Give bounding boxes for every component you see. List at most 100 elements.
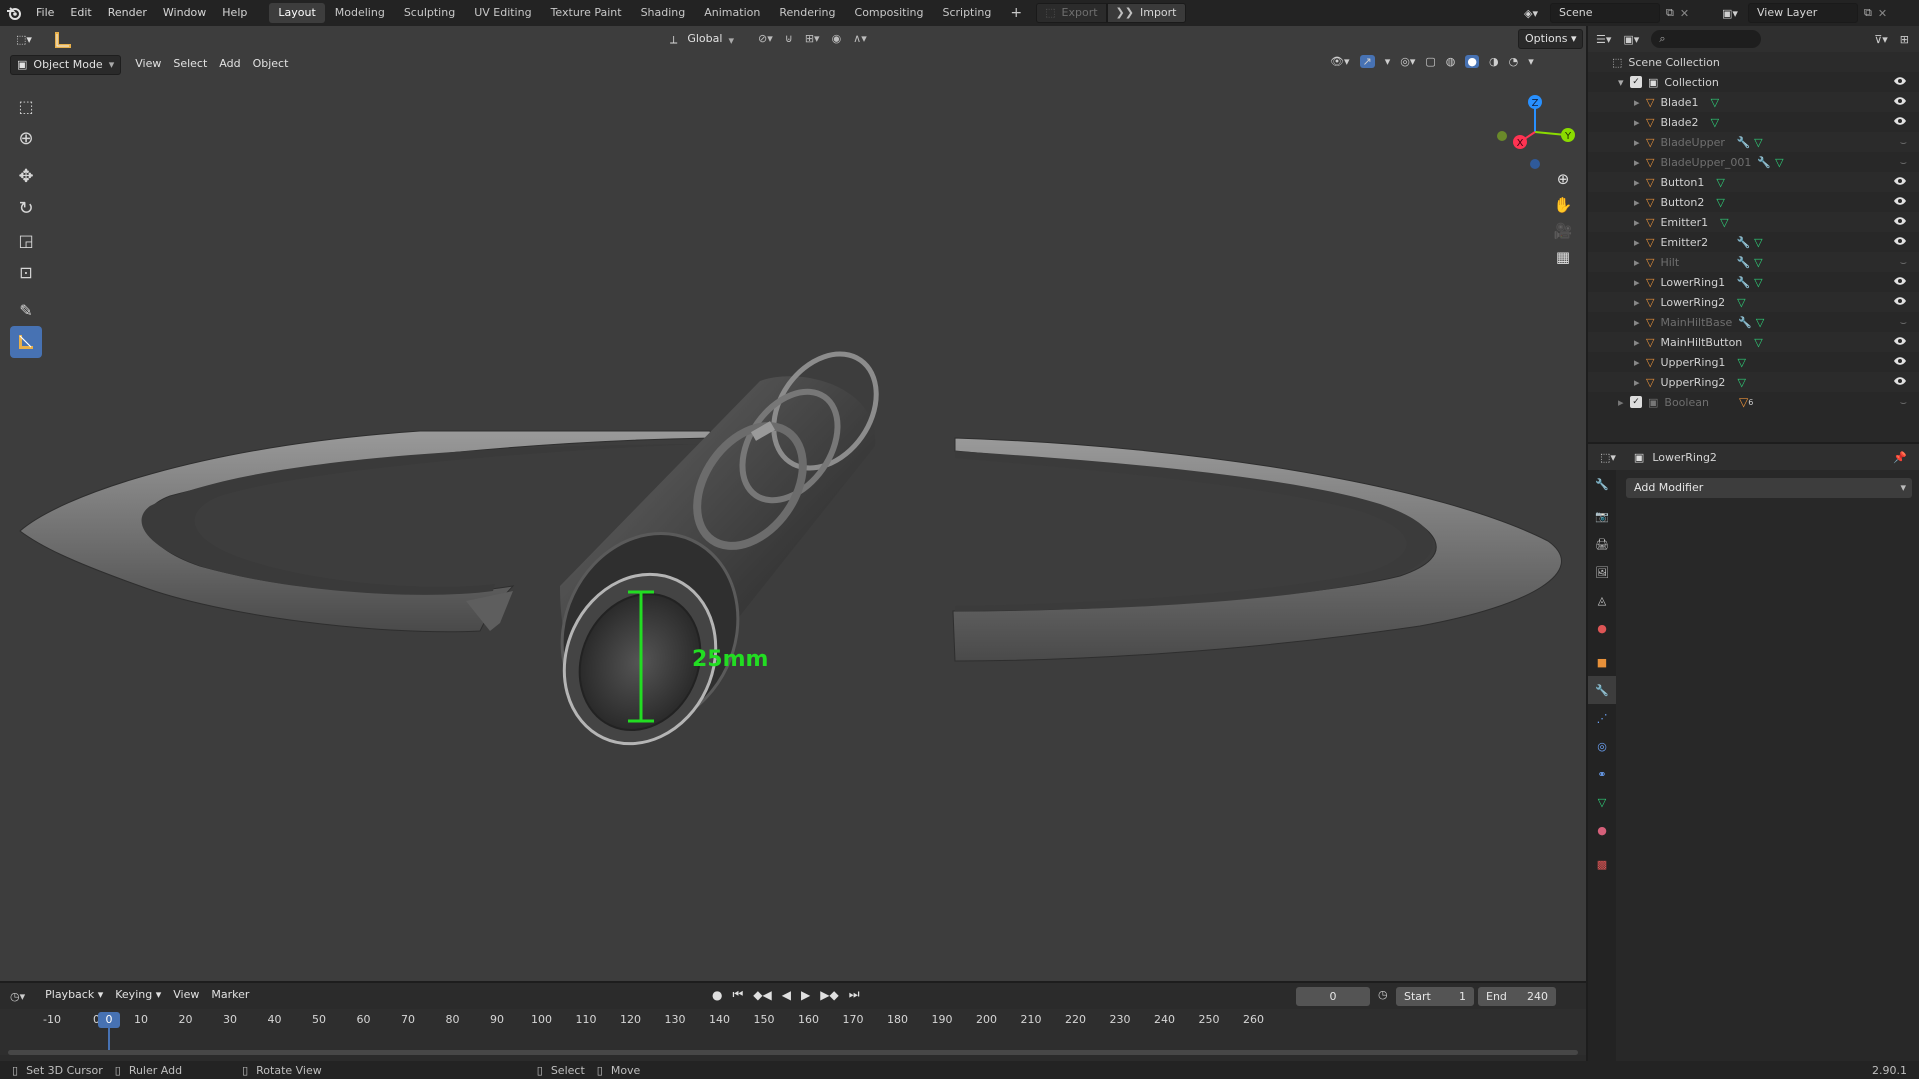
outliner-item[interactable]: ▸ ▽ BladeUpper 🔧 ▽ ⌣ [1588, 132, 1919, 152]
rotate-tool[interactable]: ↻ [10, 192, 42, 224]
tab-sculpting[interactable]: Sculpting [395, 3, 464, 23]
wrench-icon[interactable]: 🔧 [1736, 236, 1750, 249]
zoom-icon[interactable]: ⊕ [1550, 166, 1576, 192]
expand-arrow-icon[interactable]: ▸ [1634, 336, 1646, 349]
scene-close-icon[interactable]: ✕ [1680, 7, 1689, 20]
mesh-data-icon[interactable]: ▽ [1716, 176, 1724, 189]
add-modifier-dropdown[interactable]: Add Modifier ▾ [1626, 478, 1912, 498]
tab-modeling[interactable]: Modeling [326, 3, 394, 23]
texture-tab-icon[interactable]: ▩ [1588, 850, 1616, 878]
expand-arrow-icon[interactable]: ▸ [1634, 376, 1646, 389]
expand-arrow-icon[interactable]: ▸ [1634, 136, 1646, 149]
menu-file[interactable]: File [28, 0, 62, 26]
mesh-data-icon[interactable]: ▽ [1775, 156, 1783, 169]
snap-target-icon[interactable]: ⊞▾ [805, 32, 820, 45]
physics-tab-icon[interactable]: ◎ [1588, 732, 1616, 760]
outliner-item[interactable]: ▸ ▽ Hilt 🔧 ▽ ⌣ [1588, 252, 1919, 272]
eye-icon[interactable] [1893, 356, 1907, 366]
mesh-data-icon[interactable]: ▽ [1711, 116, 1719, 129]
mesh-data-icon[interactable]: ▽ [1737, 296, 1745, 309]
material-tab-icon[interactable]: ● [1588, 816, 1616, 844]
jump-start-icon[interactable]: ⏮ [732, 987, 743, 1002]
chevron-down-icon[interactable]: ▾ [1385, 55, 1391, 68]
menu-help[interactable]: Help [214, 0, 255, 26]
data-tab-icon[interactable]: ▽ [1588, 788, 1616, 816]
pin-icon[interactable]: 📌 [1893, 451, 1907, 464]
tab-scripting[interactable]: Scripting [933, 3, 1000, 23]
hilt-model[interactable] [531, 334, 898, 768]
select-box-tool[interactable]: ⬚ [10, 90, 42, 122]
eye-icon[interactable] [1893, 96, 1907, 106]
modifier-tab-icon[interactable]: 🔧 [1588, 676, 1616, 704]
tab-rendering[interactable]: Rendering [770, 3, 844, 23]
mesh-data-icon[interactable]: ▽ [1754, 336, 1762, 349]
menu-view[interactable]: View [129, 55, 167, 75]
eye-icon[interactable] [1893, 276, 1907, 286]
menu-add[interactable]: Add [213, 55, 246, 75]
checkbox-icon[interactable]: ✓ [1630, 76, 1642, 88]
expand-arrow-icon[interactable]: ▸ [1634, 316, 1646, 329]
timeline-ruler[interactable]: -10 0 10 20 30 40 50 60 70 80 90 100 110 120 130 140 150… [0, 1009, 1586, 1055]
camera-view-icon[interactable]: 🎥 [1550, 218, 1576, 244]
tab-texture-paint[interactable]: Texture Paint [542, 3, 631, 23]
wrench-icon[interactable]: 🔧 [1757, 156, 1771, 169]
eye-icon[interactable] [1893, 336, 1907, 346]
new-collection-icon[interactable]: ⊞ [1900, 33, 1909, 46]
measure-tool[interactable] [10, 326, 42, 358]
object-tab-icon[interactable]: ■ [1588, 648, 1616, 676]
particles-tab-icon[interactable]: ⋰ [1588, 704, 1616, 732]
expand-arrow-icon[interactable]: ▸ [1634, 176, 1646, 189]
pivot-icon[interactable]: ⊘▾ [758, 32, 773, 45]
play-reverse-icon[interactable]: ◀ [782, 988, 791, 1002]
tab-animation[interactable]: Animation [695, 3, 769, 23]
menu-window[interactable]: Window [155, 0, 214, 26]
scene-collection-row[interactable]: ⬚ Scene Collection [1588, 52, 1919, 72]
editor-type-button[interactable]: ⬚▾ [10, 30, 38, 50]
scale-tool[interactable]: ◲ [10, 224, 42, 256]
eye-icon[interactable] [1893, 216, 1907, 226]
expand-arrow-icon[interactable]: ▸ [1634, 216, 1646, 229]
timeline-scrollbar[interactable] [8, 1050, 1578, 1055]
right-blade-ring[interactable] [952, 437, 1562, 662]
cursor-tool[interactable]: ⊕ [10, 122, 42, 154]
options-dropdown[interactable]: Options ▾ [1518, 29, 1584, 49]
filter-icon[interactable]: ⊽▾ [1874, 33, 1888, 46]
outliner-item[interactable]: ▸ ▽ Emitter2 🔧 ▽ [1588, 232, 1919, 252]
tab-uv-editing[interactable]: UV Editing [465, 3, 540, 23]
mesh-data-icon[interactable]: ▽ [1754, 136, 1762, 149]
view-layer-field[interactable]: View Layer [1748, 3, 1858, 23]
eye-icon[interactable] [1893, 176, 1907, 186]
tab-layout[interactable]: Layout [269, 3, 325, 23]
eye-icon[interactable] [1893, 196, 1907, 206]
eye-closed-icon[interactable]: ⌣ [1900, 396, 1907, 410]
output-tab-icon[interactable]: 🖨 [1588, 530, 1616, 558]
editor-type-icon[interactable]: ◷▾ [10, 990, 25, 1003]
blender-logo-icon[interactable] [0, 0, 28, 26]
scene-copy-icon[interactable]: ⧉ [1666, 6, 1674, 20]
view-layer-tab-icon[interactable]: 🖼 [1588, 558, 1616, 586]
eye-icon[interactable] [1893, 116, 1907, 126]
wireframe-shading-icon[interactable]: ◍ [1446, 55, 1456, 68]
editor-type-icon[interactable]: ☰▾ [1596, 33, 1611, 46]
tab-shading[interactable]: Shading [632, 3, 695, 23]
expand-arrow-icon[interactable]: ▸ [1634, 236, 1646, 249]
outliner-search-field[interactable]: ⌕ [1651, 30, 1762, 48]
menu-keying[interactable]: Keying ▾ [109, 986, 167, 1006]
pan-hand-icon[interactable]: ✋ [1550, 192, 1576, 218]
expand-arrow-icon[interactable]: ▸ [1618, 396, 1630, 409]
current-frame-field[interactable]: 0 [1296, 987, 1370, 1006]
expand-arrow-icon[interactable]: ▸ [1634, 156, 1646, 169]
start-frame-field[interactable]: Start 1 [1396, 987, 1474, 1006]
active-tool-icon[interactable] [52, 29, 74, 51]
view-layer-selector[interactable]: ▣▾ View Layer ⧉ ✕ [1722, 3, 1887, 23]
snap-icon[interactable]: ⊍ [785, 32, 793, 45]
menu-edit[interactable]: Edit [62, 0, 99, 26]
eye-icon[interactable] [1893, 236, 1907, 246]
transform-tool[interactable]: ⊡ [10, 256, 42, 288]
visibility-icon[interactable]: 👁▾ [1330, 55, 1350, 68]
view-layer-close-icon[interactable]: ✕ [1878, 7, 1887, 20]
menu-render[interactable]: Render [100, 0, 155, 26]
menu-timeline-view[interactable]: View [167, 986, 205, 1006]
constraints-tab-icon[interactable]: ⚭ [1588, 760, 1616, 788]
outliner-item[interactable]: ▸ ▽ UpperRing2 ▽ [1588, 372, 1919, 392]
